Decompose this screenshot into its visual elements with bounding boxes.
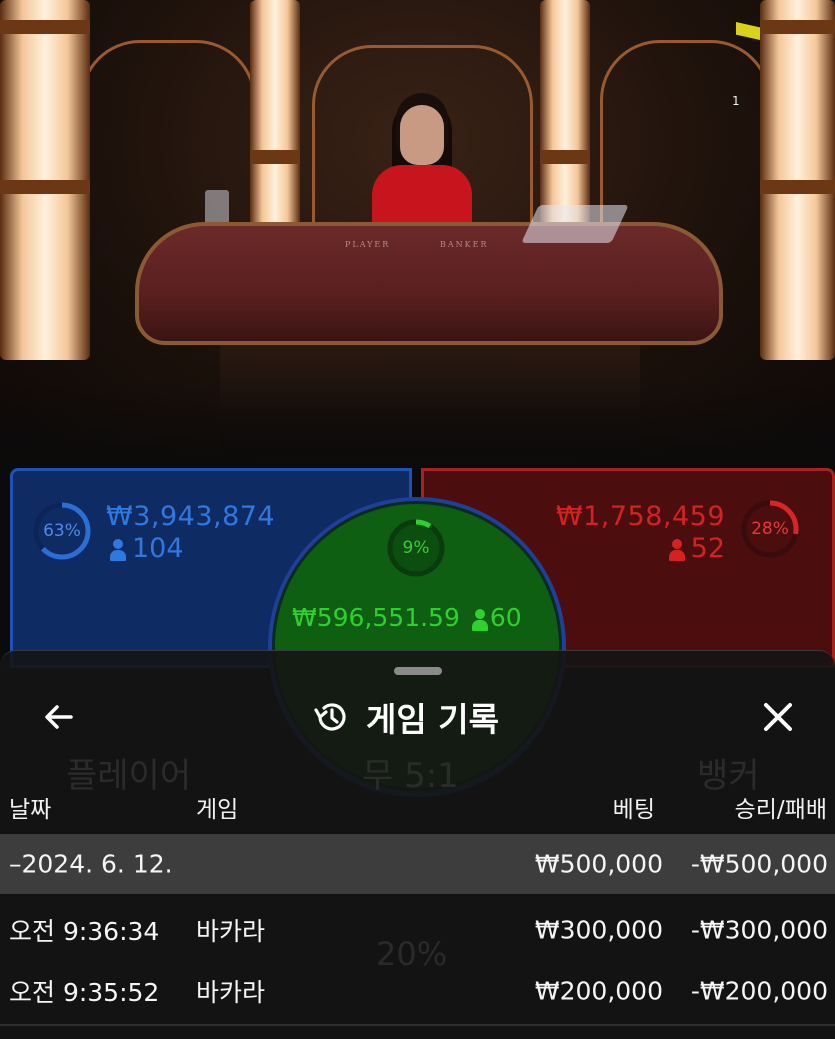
banker-person-icon bbox=[668, 538, 685, 561]
ghost-tie-label: 무 5:1 bbox=[362, 756, 459, 796]
date-group-row[interactable]: –2024. 6. 12. ₩500,000 -₩500,000 bbox=[0, 834, 835, 894]
row-game: 바카라 bbox=[196, 917, 266, 946]
column-header-result: 승리/패배 bbox=[734, 797, 827, 823]
sheet-bottom-divider bbox=[0, 1024, 835, 1026]
decor-band bbox=[760, 20, 835, 34]
history-icon bbox=[314, 703, 346, 731]
decor-band bbox=[0, 180, 90, 194]
player-count-value: 104 bbox=[132, 533, 184, 564]
decor-band bbox=[540, 150, 590, 164]
tie-stats: ₩596,551.59 60 bbox=[292, 603, 552, 632]
column-header-game: 게임 bbox=[196, 797, 239, 823]
ghost-player-label: 플레이어 bbox=[66, 756, 192, 796]
decor-pillar bbox=[250, 0, 300, 230]
player-percent: 63% bbox=[43, 521, 81, 541]
row-time: 오전 9:36:34 bbox=[9, 917, 160, 946]
column-header-date: 날짜 bbox=[9, 797, 52, 823]
flag-number: 1 bbox=[732, 94, 740, 108]
banker-count-value: 52 bbox=[690, 533, 725, 564]
decor-band bbox=[0, 20, 90, 34]
tie-percent: 9% bbox=[402, 538, 430, 558]
decor-band bbox=[250, 150, 300, 164]
table-label-player: PLAYER bbox=[345, 240, 391, 249]
row-bet: ₩300,000 bbox=[534, 915, 663, 945]
decor-band bbox=[760, 180, 835, 194]
sheet-header-title: 게임 기록 bbox=[312, 694, 499, 740]
video-fade bbox=[0, 380, 835, 470]
live-dealer-video: PLAYER BANKER 1 bbox=[0, 0, 835, 470]
player-count: 104 bbox=[110, 533, 184, 564]
banker-percent: 28% bbox=[751, 519, 789, 539]
date-group-result: -₩500,000 bbox=[690, 849, 828, 879]
row-bet: ₩200,000 bbox=[534, 976, 663, 1006]
flag-icon bbox=[736, 22, 760, 40]
date-group-label: –2024. 6. 12. bbox=[9, 849, 173, 879]
dealer-face bbox=[400, 105, 444, 165]
table-row[interactable]: 오전 9:36:34 바카라 ₩300,000 -₩300,000 bbox=[0, 900, 835, 960]
player-amount: ₩3,943,874 bbox=[106, 501, 276, 532]
close-button[interactable] bbox=[754, 693, 802, 741]
row-time: 오전 9:35:52 bbox=[9, 978, 160, 1007]
banker-amount: ₩1,758,459 bbox=[555, 501, 725, 532]
sheet-drag-handle[interactable] bbox=[394, 667, 442, 675]
baccarat-table bbox=[135, 222, 723, 345]
card-shoe bbox=[521, 205, 629, 243]
banker-percent-ring: 28% bbox=[740, 499, 800, 559]
arrow-left-icon bbox=[45, 705, 73, 729]
tie-person-icon bbox=[471, 609, 488, 631]
date-group-bet: ₩500,000 bbox=[534, 849, 663, 879]
decor-pillar bbox=[540, 0, 590, 230]
back-button[interactable] bbox=[35, 693, 83, 741]
player-percent-ring: 63% bbox=[32, 501, 92, 561]
tie-percent-ring: 9% bbox=[386, 518, 446, 578]
row-game: 바카라 bbox=[196, 978, 266, 1007]
banker-count: 52 bbox=[668, 533, 725, 564]
table-label-banker: BANKER bbox=[440, 240, 489, 249]
row-result: -₩200,000 bbox=[690, 976, 828, 1006]
tie-amount: ₩596,551.59 bbox=[292, 603, 460, 632]
row-result: -₩300,000 bbox=[690, 915, 828, 945]
player-person-icon bbox=[110, 538, 126, 561]
table-row[interactable]: 오전 9:35:52 바카라 ₩200,000 -₩200,000 bbox=[0, 961, 835, 1021]
close-icon bbox=[764, 703, 792, 731]
page-title: 게임 기록 bbox=[366, 700, 499, 739]
tie-count: 60 bbox=[489, 603, 522, 632]
column-header-bet: 베팅 bbox=[612, 797, 655, 823]
